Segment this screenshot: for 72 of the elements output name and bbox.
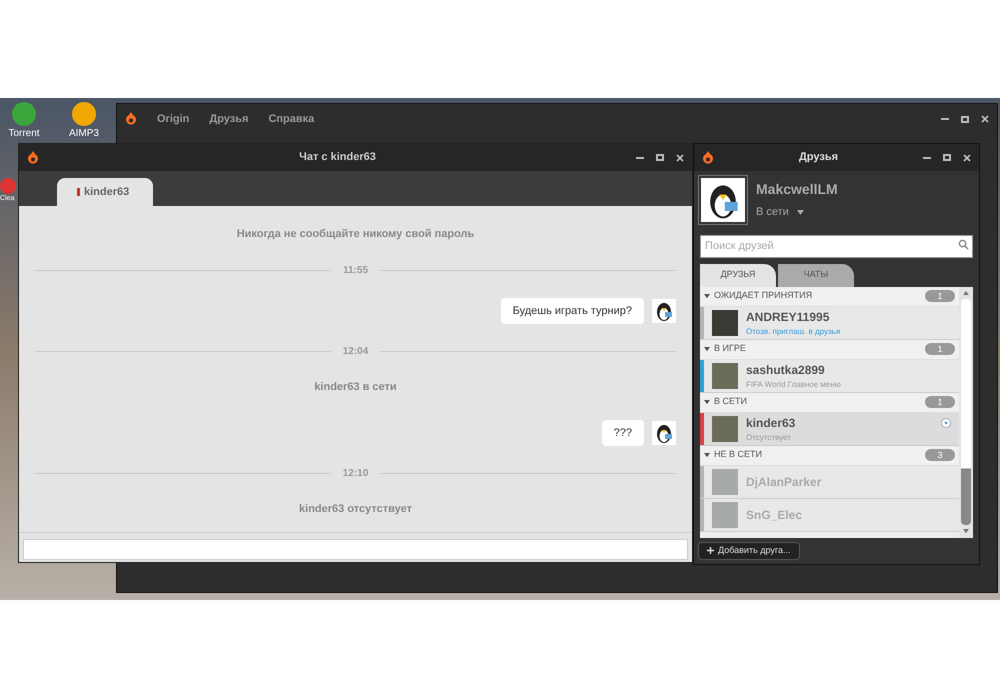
friend-name: SnG_Elec — [746, 506, 802, 524]
plus-icon — [707, 547, 714, 554]
scrollbar[interactable] — [959, 286, 973, 538]
scroll-up-icon[interactable] — [963, 290, 969, 295]
status-dropdown[interactable]: В сети — [756, 204, 789, 221]
search-icon — [958, 239, 969, 250]
close-icon[interactable] — [981, 115, 989, 123]
caret-icon[interactable] — [796, 210, 804, 215]
window-title: Друзья — [798, 150, 840, 166]
maximize-icon[interactable] — [961, 116, 969, 122]
timestamp: 12:04 — [342, 345, 368, 359]
friend-avatar — [712, 502, 738, 528]
dropdown-icon[interactable] — [941, 418, 951, 428]
friend-avatar — [712, 310, 738, 336]
system-message: kinder63 отсутствует — [299, 502, 412, 517]
friends-tab[interactable]: ДРУЗЬЯ — [700, 264, 776, 286]
maximize-icon[interactable] — [943, 154, 951, 161]
collapse-triangle-icon[interactable] — [704, 400, 710, 404]
friend-avatar — [712, 416, 738, 442]
friend-avatar — [712, 362, 738, 388]
icon-label[interactable]: Torrent — [8, 126, 40, 141]
friend-name: ANDREY11995 — [746, 308, 830, 326]
logo-icon — [702, 150, 714, 164]
logo-icon — [27, 150, 39, 164]
timestamp: 11:55 — [342, 264, 368, 278]
app-icon[interactable] — [72, 102, 96, 126]
chat-tab[interactable]: kinder63 — [57, 178, 153, 206]
friends-tab[interactable]: ЧАТЫ — [778, 264, 854, 286]
close-icon[interactable] — [676, 154, 684, 162]
penguin-avatar — [652, 298, 676, 323]
menu-item[interactable]: Origin — [157, 110, 190, 128]
group-header[interactable]: ОЖИДАЕТ ПРИНЯТИЯ — [714, 289, 921, 303]
profile-name: MakcwellLM — [756, 180, 838, 200]
friend-row[interactable]: sashutka2899 FIFA World Главное меню — [700, 360, 959, 392]
timestamp: 12:10 — [342, 467, 368, 481]
message-input[interactable] — [23, 538, 688, 560]
maximize-icon[interactable] — [656, 154, 664, 161]
count-badge: 1 — [925, 290, 955, 302]
close-icon[interactable] — [963, 154, 971, 162]
add-friend-button[interactable]: Добавить друга... — [698, 542, 800, 560]
friend-avatar — [712, 468, 738, 494]
penguin-avatar — [701, 178, 745, 222]
system-message: Никогда не сообщайте никому свой пароль — [236, 227, 474, 242]
count-badge: 1 — [925, 343, 955, 355]
logo-icon — [125, 112, 137, 126]
penguin-avatar — [652, 420, 676, 445]
count-badge: 3 — [925, 449, 955, 461]
window-title: Чат с kinder63 — [298, 150, 377, 166]
collapse-triangle-icon[interactable] — [704, 452, 710, 458]
minimize-icon[interactable] — [923, 156, 931, 158]
group-header[interactable]: В ИГРЕ — [714, 342, 921, 356]
friend-status: FIFA World Главное меню — [746, 378, 841, 390]
group-header[interactable]: НЕ В СЕТИ — [714, 448, 921, 462]
message-bubble: ??? — [602, 420, 644, 446]
friend-row[interactable]: kinder63 Отсутствует — [700, 412, 959, 446]
minimize-icon[interactable] — [636, 156, 644, 158]
search-field[interactable]: Поиск друзей — [700, 234, 973, 258]
icon-label[interactable]: AIMP3 — [68, 126, 99, 141]
friend-name: kinder63 — [746, 414, 796, 432]
menu-item[interactable]: Справка — [268, 110, 314, 128]
friend-row[interactable]: ANDREY11995 Отозв. приглаш. в друзья — [700, 306, 959, 340]
friend-name: sashutka2899 — [746, 362, 826, 378]
collapse-triangle-icon[interactable] — [704, 346, 710, 352]
scroll-down-icon[interactable] — [963, 529, 969, 534]
message-bubble: Будешь играть турнир? — [500, 298, 644, 324]
menu-item[interactable]: Друзья — [209, 110, 248, 128]
friend-status: Отсутствует — [746, 432, 792, 444]
system-message: kinder63 в сети — [314, 380, 397, 395]
friend-name: DjAlanParker — [746, 474, 822, 490]
group-header[interactable]: В СЕТИ — [714, 395, 921, 409]
count-badge: 1 — [925, 396, 955, 408]
collapse-triangle-icon[interactable] — [704, 294, 710, 298]
